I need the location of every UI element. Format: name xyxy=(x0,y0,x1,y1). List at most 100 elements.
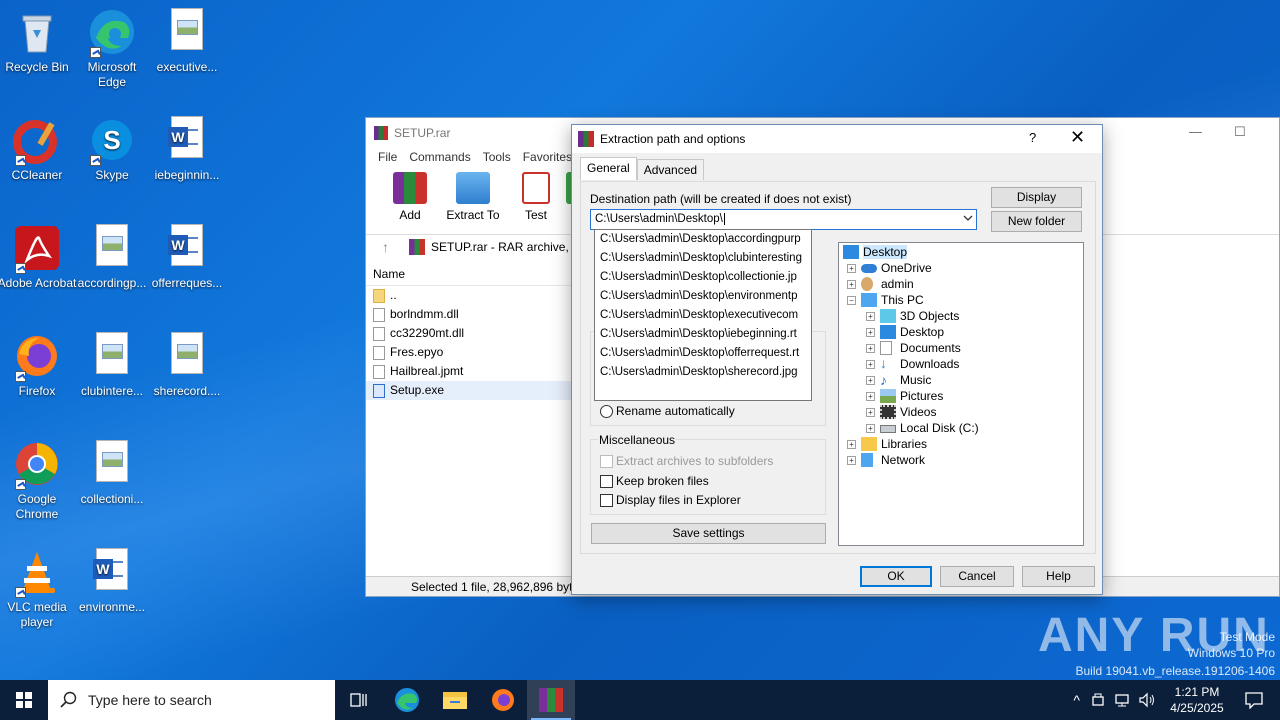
minimize-icon[interactable]: — xyxy=(1189,124,1202,139)
notification-icon[interactable] xyxy=(1244,691,1264,709)
tree-node-admin[interactable]: + admin xyxy=(847,276,914,292)
tree-node-this-pc[interactable]: − This PC xyxy=(847,292,924,308)
save-settings-button[interactable]: Save settings xyxy=(591,523,826,544)
desktop-icon-accordingp[interactable]: accordingp... xyxy=(72,220,152,291)
display-files-explorer-checkbox[interactable]: Display files in Explorer xyxy=(600,493,741,509)
display-button[interactable]: Display xyxy=(991,187,1082,208)
cancel-button[interactable]: Cancel xyxy=(940,566,1014,587)
task-view-button[interactable] xyxy=(335,680,383,720)
help-button[interactable]: Help xyxy=(1022,566,1095,587)
close-icon[interactable]: ✕ xyxy=(1070,127,1085,148)
word-file-icon: W xyxy=(168,224,203,266)
tree-node-local-disk[interactable]: + Local Disk (C:) xyxy=(866,420,979,436)
desktop-icon-firefox[interactable]: Firefox xyxy=(0,328,77,399)
tree-node-downloads[interactable]: + ↓ Downloads xyxy=(866,356,959,372)
tree-node-libraries[interactable]: + Libraries xyxy=(847,436,927,452)
new-folder-button[interactable]: New folder xyxy=(991,211,1082,232)
taskbar-winrar[interactable] xyxy=(527,680,575,720)
maximize-icon[interactable]: ☐ xyxy=(1234,124,1246,140)
dropdown-item[interactable]: C:\Users\admin\Desktop\iebeginning.rt xyxy=(595,325,811,344)
ok-button[interactable]: OK xyxy=(860,566,932,587)
menu-file[interactable]: File xyxy=(372,148,403,168)
tree-node-network[interactable]: + Network xyxy=(847,452,925,468)
chevron-down-icon[interactable] xyxy=(963,213,973,223)
extract-to-button[interactable]: Extract To xyxy=(440,168,506,226)
desktop-icon-label: Firefox xyxy=(18,384,56,398)
desktop-icon-collectionie[interactable]: collectioni... xyxy=(72,436,152,507)
clock[interactable]: 1:21 PM 4/25/2025 xyxy=(1162,684,1232,716)
add-button[interactable]: Add xyxy=(380,168,440,226)
list-item[interactable]: Hailbreal.jpmt xyxy=(366,362,571,381)
desktop-icon-microsoft-edge[interactable]: Microsoft Edge xyxy=(72,4,152,90)
image-file-icon xyxy=(96,332,128,374)
edge-icon xyxy=(395,688,419,712)
file-icon xyxy=(373,365,385,379)
network-icon[interactable] xyxy=(1114,692,1130,708)
dropdown-item[interactable]: C:\Users\admin\Desktop\accordingpurp xyxy=(595,230,811,249)
list-item[interactable]: cc32290mt.dll xyxy=(366,324,571,343)
desktop-icon-iebeginning[interactable]: W iebeginnin... xyxy=(147,112,227,183)
desktop-icon-clubinteresting[interactable]: clubintere... xyxy=(72,328,152,399)
word-file-icon: W xyxy=(93,548,128,590)
rename-automatically-radio[interactable]: Rename automatically xyxy=(600,404,735,420)
extract-subfolders-checkbox[interactable]: Extract archives to subfolders xyxy=(600,454,773,470)
tree-node-onedrive[interactable]: + OneDrive xyxy=(847,260,932,276)
start-button[interactable] xyxy=(0,680,48,720)
desktop-icon-google-chrome[interactable]: Google Chrome xyxy=(0,436,77,522)
tree-node-pictures[interactable]: + Pictures xyxy=(866,388,943,404)
dropdown-item[interactable]: C:\Users\admin\Desktop\collectionie.jp xyxy=(595,268,811,287)
list-item[interactable]: .. xyxy=(366,286,571,305)
destination-path-input[interactable]: C:\Users\admin\Desktop\ xyxy=(590,209,977,230)
dropdown-item[interactable]: C:\Users\admin\Desktop\clubinteresting xyxy=(595,249,811,268)
menu-commands[interactable]: Commands xyxy=(403,148,476,168)
desktop-icon-ccleaner[interactable]: CCleaner xyxy=(0,112,77,183)
taskbar-file-explorer[interactable] xyxy=(431,680,479,720)
desktop-icon-executive[interactable]: executive... xyxy=(147,4,227,75)
tab-general[interactable]: General xyxy=(580,157,637,180)
tree-node-3d-objects[interactable]: +3D Objects xyxy=(866,308,959,324)
desktop-icon-environment[interactable]: W environme... xyxy=(72,544,152,615)
tree-node-desktop[interactable]: Desktop xyxy=(843,244,908,260)
tree-label: Desktop xyxy=(900,325,945,339)
usb-device-icon[interactable] xyxy=(1090,692,1106,708)
dropdown-item[interactable]: C:\Users\admin\Desktop\executivecom xyxy=(595,306,811,325)
help-icon[interactable]: ? xyxy=(1029,130,1036,145)
path-history-dropdown[interactable]: C:\Users\admin\Desktop\accordingpurp C:\… xyxy=(594,229,812,401)
desktop-icon-sherecord[interactable]: sherecord.... xyxy=(147,328,227,399)
tree-node-music[interactable]: + ♪ Music xyxy=(866,372,931,388)
column-name[interactable]: Name xyxy=(366,262,571,286)
taskbar-firefox[interactable] xyxy=(479,680,527,720)
test-label: Test xyxy=(524,208,547,222)
dll-file-icon xyxy=(373,327,385,341)
menu-favorites[interactable]: Favorites xyxy=(517,148,578,168)
desktop-icon-skype[interactable]: S Skype xyxy=(72,112,152,183)
list-item-selected[interactable]: Setup.exe xyxy=(366,381,571,400)
test-mode-text: Test Mode xyxy=(1219,630,1275,644)
menu-tools[interactable]: Tools xyxy=(477,148,517,168)
keep-broken-files-checkbox[interactable]: Keep broken files xyxy=(600,474,709,490)
desktop-icon-recycle-bin[interactable]: Recycle Bin xyxy=(0,4,77,75)
folder-tree[interactable]: Desktop + OneDrive + admin − This PC +3D Ob… xyxy=(838,242,1084,546)
search-placeholder: Type here to search xyxy=(88,692,212,708)
desktop-icon-adobe-acrobat[interactable]: Adobe Acrobat xyxy=(0,220,77,291)
dropdown-item[interactable]: C:\Users\admin\Desktop\offerrequest.rt xyxy=(595,344,811,363)
taskbar-edge[interactable] xyxy=(383,680,431,720)
list-item[interactable]: borlndmm.dll xyxy=(366,305,571,324)
desktop-icon-vlc[interactable]: VLC media player xyxy=(0,544,77,630)
dropdown-item[interactable]: C:\Users\admin\Desktop\environmentp xyxy=(595,287,811,306)
test-button[interactable]: Test xyxy=(506,168,566,226)
chevron-up-icon[interactable]: ^ xyxy=(1073,692,1080,708)
volume-icon[interactable] xyxy=(1138,692,1156,708)
picture-icon xyxy=(880,389,896,403)
extract-to-label: Extract To xyxy=(446,208,500,222)
tree-node-documents[interactable]: + Documents xyxy=(866,340,961,356)
tab-advanced[interactable]: Advanced xyxy=(636,159,705,180)
desktop-icon-offerrequest[interactable]: W offerreques... xyxy=(147,220,227,291)
list-item[interactable]: Fres.epyo xyxy=(366,343,571,362)
taskbar-search-box[interactable]: Type here to search xyxy=(48,680,335,720)
tree-node-videos[interactable]: + Videos xyxy=(866,404,936,420)
tree-node-desktop-sub[interactable]: + Desktop xyxy=(866,324,945,340)
up-arrow-icon[interactable]: ↑ xyxy=(382,239,389,255)
dropdown-item[interactable]: C:\Users\admin\Desktop\sherecord.jpg xyxy=(595,363,811,382)
document-icon xyxy=(880,341,892,355)
